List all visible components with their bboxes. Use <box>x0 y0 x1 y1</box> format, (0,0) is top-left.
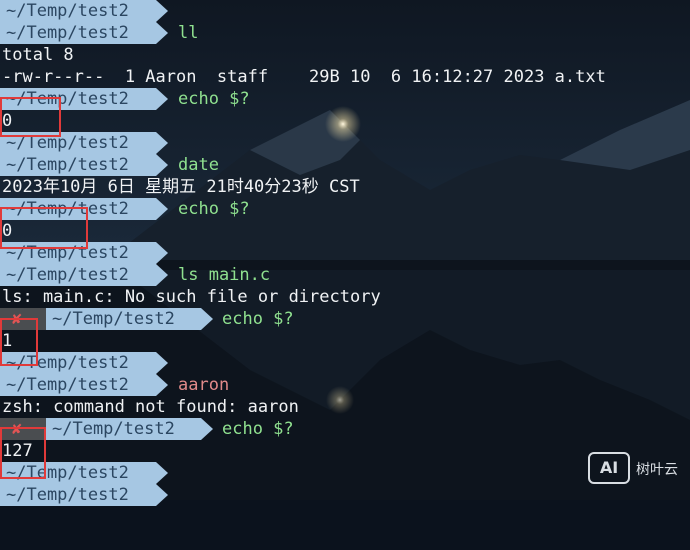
terminal-line-4: -rw-r--r-- 1 Aaron staff 29B 10 6 16:12:… <box>0 66 690 88</box>
command-text: aaron <box>178 375 230 395</box>
terminal-line-14: ls: main.c: No such file or directory <box>0 286 690 308</box>
terminal-line-1: ~/Temp/test2 <box>0 0 690 22</box>
terminal-line-10: ~/Temp/test2 echo $? <box>0 198 690 220</box>
watermark-logo: AI <box>588 452 630 484</box>
prompt-segment: ~/Temp/test2 <box>0 0 168 22</box>
prompt-segment: ~/Temp/test2 <box>0 22 168 44</box>
terminal-line-17: ~/Temp/test2 <box>0 352 690 374</box>
command-text: echo $? <box>222 309 294 329</box>
command-text: echo $? <box>178 199 250 219</box>
prompt-segment: ~/Temp/test2 <box>0 154 168 176</box>
command-text: echo $? <box>178 89 250 109</box>
prompt-segment: ~/Temp/test2 <box>0 264 168 286</box>
terminal-line-13: ~/Temp/test2 ls main.c <box>0 264 690 286</box>
terminal-line-18: ~/Temp/test2 aaron <box>0 374 690 396</box>
terminal-line-6: 0 <box>0 110 690 132</box>
terminal-line-5: ~/Temp/test2 echo $? <box>0 88 690 110</box>
terminal-line-12: ~/Temp/test2 <box>0 242 690 264</box>
exit-code-highlight-box <box>0 318 38 366</box>
terminal-line-20: ✘ ~/Temp/test2 echo $? <box>0 418 690 440</box>
terminal-line-3: total 8 <box>0 44 690 66</box>
terminal-line-8: ~/Temp/test2 date <box>0 154 690 176</box>
terminal-line-15: ✘ ~/Temp/test2 echo $? <box>0 308 690 330</box>
output-text: zsh: command not found: aaron <box>2 397 299 417</box>
terminal-line-19: zsh: command not found: aaron <box>0 396 690 418</box>
exit-code-highlight-box <box>0 97 61 137</box>
exit-code-highlight-box <box>0 427 46 479</box>
prompt-segment: ~/Temp/test2 <box>0 484 168 506</box>
exit-code-highlight-box <box>0 207 88 249</box>
terminal-line-9: 2023年10月 6日 星期五 21时40分23秒 CST <box>0 176 690 198</box>
prompt-segment: ~/Temp/test2 <box>46 418 213 440</box>
terminal-line-16: 1 <box>0 330 690 352</box>
output-text: ls: main.c: No such file or directory <box>2 287 381 307</box>
command-text: ls main.c <box>178 265 271 285</box>
terminal-line-11: 0 <box>0 220 690 242</box>
output-text: -rw-r--r-- 1 Aaron staff 29B 10 6 16:12:… <box>2 67 606 87</box>
output-text: 2023年10月 6日 星期五 21时40分23秒 CST <box>2 177 360 197</box>
prompt-segment: ~/Temp/test2 <box>0 374 168 396</box>
terminal-line-22: ~/Temp/test2 <box>0 462 690 484</box>
watermark-text: 树叶云 <box>636 462 678 478</box>
terminal-line-21: 127 <box>0 440 690 462</box>
terminal-line-7: ~/Temp/test2 <box>0 132 690 154</box>
command-text: echo $? <box>222 419 294 439</box>
output-text: total 8 <box>2 45 74 65</box>
command-text: ll <box>178 23 199 43</box>
prompt-segment: ~/Temp/test2 <box>46 308 213 330</box>
terminal-line-2: ~/Temp/test2 ll <box>0 22 690 44</box>
terminal-line-23: ~/Temp/test2 <box>0 484 690 506</box>
command-text: date <box>178 155 219 175</box>
